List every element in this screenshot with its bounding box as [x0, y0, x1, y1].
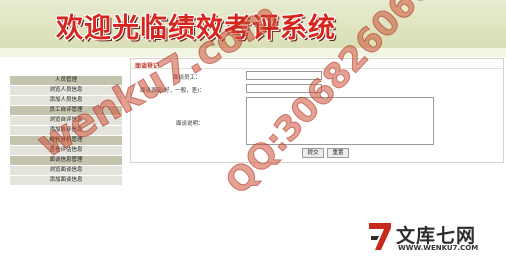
employee-label: 面谈员工： — [173, 75, 201, 81]
title-divider — [131, 68, 503, 69]
sidebar-item-browse-personnel[interactable]: 浏览人员信息 — [10, 86, 122, 95]
system-title: 欢迎光临绩效考评系统 — [56, 13, 336, 44]
employee-input[interactable] — [246, 71, 322, 80]
interview-form-panel: 面谈登记 面谈员工： 面谈表现(好，一般，差)： 面谈说明： 提交 重置 — [130, 58, 504, 163]
sidebar-item-add-self-evaluation[interactable]: 添加自评信息 — [10, 126, 122, 135]
sidebar-item-interview-management[interactable]: 面谈信息管理 — [10, 156, 122, 165]
sidebar-item-browse-interviews[interactable]: 浏览面谈信息 — [10, 166, 122, 175]
performance-label: 面谈表现(好，一般，差)： — [140, 88, 205, 94]
header-banner: 欢迎光临绩效考评系统 — [0, 0, 506, 49]
sidebar-item-personnel-management[interactable]: 人员管理 — [10, 76, 122, 85]
sidebar-item-statistics-management[interactable]: 统计分析管理 — [10, 136, 122, 145]
submit-button[interactable]: 提交 — [302, 148, 324, 158]
logo-url: WWW.WENKU7.COM — [398, 244, 479, 252]
sidebar-item-self-evaluation-management[interactable]: 员工自评管理 — [10, 106, 122, 115]
performance-input[interactable] — [246, 84, 322, 93]
notes-label: 面谈说明： — [176, 121, 204, 127]
header-divider — [0, 48, 506, 57]
reset-button[interactable]: 重置 — [327, 148, 349, 158]
sidebar-item-add-personnel[interactable]: 添加人员信息 — [10, 96, 122, 105]
sidebar-item-view-evaluations[interactable]: 查看评估信息 — [10, 146, 122, 155]
sidebar-item-add-interview[interactable]: 添加面谈信息 — [10, 176, 122, 185]
notes-textarea[interactable] — [246, 97, 434, 145]
wenku7-logo: 文库七网 WWW.WENKU7.COM — [368, 220, 502, 256]
sidebar-item-browse-self-evaluation[interactable]: 浏览自评信息 — [10, 116, 122, 125]
sidebar-menu: 人员管理 浏览人员信息 添加人员信息 员工自评管理 浏览自评信息 添加自评信息 … — [10, 76, 122, 186]
logo-seven-icon — [369, 223, 391, 250]
